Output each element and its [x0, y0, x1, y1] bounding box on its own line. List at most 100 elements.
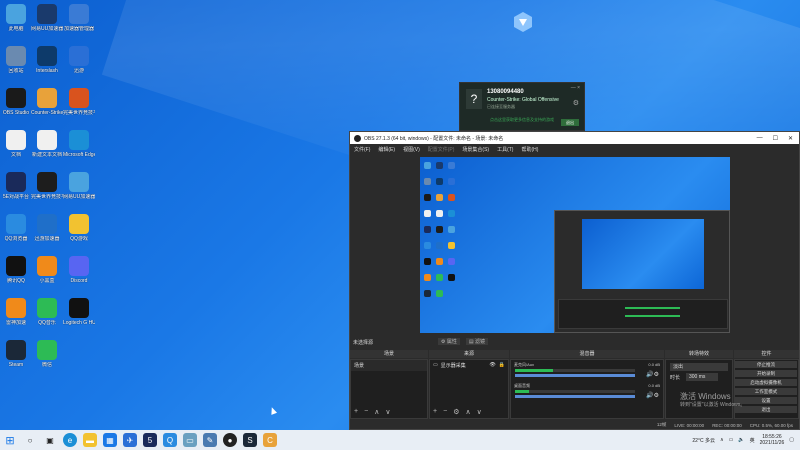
stop-streaming-button-2[interactable]: 停止推流	[735, 361, 797, 368]
network-icon[interactable]: ▭	[729, 437, 734, 443]
speaker-icon[interactable]: 🔊⚙	[646, 392, 659, 399]
desktop-icon-uu[interactable]: 网易UU加速器	[31, 4, 63, 32]
desktop-icon-edge[interactable]: Microsoft Edge	[63, 130, 95, 158]
filters-button[interactable]: ▤ 滤镜	[465, 338, 489, 345]
obs-taskbar-icon[interactable]: ●	[223, 433, 237, 447]
popup-exit-button[interactable]: 退出	[561, 119, 579, 126]
desktop-icon-wechat[interactable]: 微信	[31, 340, 63, 368]
preview-canvas[interactable]	[420, 157, 730, 333]
desktop-icon-interslash[interactable]: Interslash	[31, 46, 63, 74]
menu-tools[interactable]: 工具(T)	[497, 146, 513, 153]
desktop-volume-slider[interactable]	[515, 395, 635, 398]
clock[interactable]: 18:55:26 2021/11/26	[760, 434, 785, 446]
popup-window-controls[interactable]: — ×	[571, 85, 580, 91]
transitions-dock-title: 转场特效	[665, 350, 733, 358]
notification-icon[interactable]: ▢	[789, 437, 794, 443]
scene-item[interactable]: 场景	[351, 360, 427, 371]
5e-taskbar-icon[interactable]: 5	[143, 433, 157, 447]
remove-icon[interactable]: −	[364, 408, 368, 416]
move-up-icon[interactable]: ∧	[465, 408, 470, 416]
gear-icon[interactable]: ⚙	[453, 408, 459, 416]
preview-logitech-icon	[448, 274, 455, 281]
close-icon[interactable]: ✕	[788, 135, 793, 142]
lock-icon[interactable]: 🔒	[499, 362, 505, 369]
csgo-taskbar-icon[interactable]: C	[263, 433, 277, 447]
desktop-icon-manager[interactable]: 加速器管理器	[63, 4, 95, 32]
menu-profile[interactable]: 配置文件(P)	[428, 146, 455, 153]
tray-arrow-icon[interactable]: ∧	[720, 437, 724, 443]
mixer-dock-title: 混音器	[510, 350, 664, 358]
desktop-icon-perfect-world[interactable]: 完美世界竞技平台	[63, 88, 95, 116]
desktop-icon-bird[interactable]: 迅游	[63, 46, 95, 74]
add-icon[interactable]: +	[433, 408, 437, 416]
desktop-volume-meter	[515, 390, 635, 393]
remove-icon[interactable]: −	[443, 408, 447, 416]
menu-help[interactable]: 帮助(H)	[521, 146, 538, 153]
edge-taskbar-icon[interactable]: e	[63, 433, 77, 447]
desktop-icon-steam[interactable]: Steam	[0, 340, 32, 368]
menu-edit[interactable]: 编辑(E)	[378, 146, 395, 153]
qq-browser-taskbar-icon[interactable]: Q	[163, 433, 177, 447]
obs-titlebar[interactable]: OBS 27.1.3 (64 bit, windows) - 配置文件: 未命名…	[350, 132, 799, 144]
desktop-icon-box[interactable]: 小黑盒	[31, 256, 63, 284]
notepad-taskbar-icon[interactable]: ✎	[203, 433, 217, 447]
desktop-icon-qq-browser[interactable]: QQ浏览器	[0, 214, 32, 242]
mixer-mic-label: 麦克风/Aux	[514, 362, 535, 367]
desktop-icon-document[interactable]: 文档	[0, 130, 32, 158]
store-taskbar-icon[interactable]: ▦	[103, 433, 117, 447]
desktop-icon-qq-game[interactable]: QQ游戏	[63, 214, 95, 242]
weather-status[interactable]: 22°C 多云	[692, 437, 715, 444]
desktop-icon-recycle-bin[interactable]: 回收站	[0, 46, 32, 74]
popup-link[interactable]: 点击这里获取更多信息及支持的游戏	[490, 117, 554, 123]
desktop-icon-csgo[interactable]: Counter-Strike: Global Offensive	[31, 88, 63, 116]
desktop-icon-uu-booster[interactable]: 网易UU加速器	[63, 172, 95, 200]
volume-icon[interactable]: 🔈	[738, 437, 744, 443]
explorer-taskbar-icon[interactable]: ▬	[83, 433, 97, 447]
add-icon[interactable]: +	[354, 408, 358, 416]
activation-watermark: 激活 Windows 转到"设置"以激活 Windows。	[680, 392, 745, 410]
properties-button[interactable]: ⚙ 属性	[438, 338, 460, 345]
minimize-icon[interactable]: —	[757, 135, 763, 142]
steam-taskbar-icon[interactable]: S	[243, 433, 257, 447]
start-recording-button[interactable]: 开始录制	[735, 370, 797, 377]
desktop-icon-xunyou[interactable]: 迅游加速器	[31, 214, 63, 242]
nested-docks	[558, 299, 728, 329]
desktop-icon-discord[interactable]: Discord	[63, 256, 95, 284]
desktop-icon-logitech[interactable]: Logitech G HUB	[63, 298, 95, 326]
gear-icon[interactable]: ⚙	[573, 99, 579, 107]
qq-icon	[6, 256, 26, 276]
desktop-icon-text-file[interactable]: 新建文本文档	[31, 130, 63, 158]
desktop-icon-qq-music[interactable]: QQ音乐	[31, 298, 63, 326]
maximize-icon[interactable]: ☐	[773, 135, 778, 142]
qq-browser-icon	[6, 214, 26, 234]
desktop-icon-qq[interactable]: 腾讯QQ	[0, 256, 32, 284]
bird-taskbar-icon[interactable]: ✈	[123, 433, 137, 447]
eye-icon[interactable]: 👁	[489, 362, 495, 369]
move-down-icon[interactable]: ∨	[477, 408, 482, 416]
preview-computer-icon	[424, 162, 431, 169]
move-down-icon[interactable]: ∨	[385, 408, 390, 416]
desktop-icon-pw[interactable]: 完美世界竞技平台	[31, 172, 63, 200]
logitech-icon	[69, 298, 89, 318]
search-icon[interactable]: ○	[23, 433, 37, 447]
preview-thunder-icon	[424, 274, 431, 281]
desktop-icon-obs[interactable]: OBS Studio	[0, 88, 32, 116]
menu-file[interactable]: 文件(F)	[354, 146, 370, 153]
desktop-icon-computer[interactable]: 此电脑	[0, 4, 32, 32]
menu-scene-collection[interactable]: 场景集合(S)	[462, 146, 489, 153]
files-taskbar-icon[interactable]: ▭	[183, 433, 197, 447]
transition-select[interactable]: 淡出	[670, 363, 728, 371]
ime-indicator[interactable]: 英	[750, 437, 755, 444]
desktop-icon-5e[interactable]: 5E对战平台	[0, 172, 32, 200]
speaker-icon[interactable]: 🔊⚙	[646, 371, 659, 378]
mic-volume-slider[interactable]	[515, 374, 635, 377]
start-button-icon[interactable]: ⊞	[3, 433, 17, 447]
duration-input[interactable]: 300 ms	[686, 373, 718, 381]
task-view-icon[interactable]: ▣	[43, 433, 57, 447]
preview-qq-browser-icon	[424, 242, 431, 249]
virtual-camera-button[interactable]: 启动虚拟摄像机	[735, 379, 797, 386]
source-item[interactable]: ▭ 显示器采集 👁 🔒	[430, 360, 508, 371]
move-up-icon[interactable]: ∧	[374, 408, 379, 416]
menu-view[interactable]: 视图(V)	[403, 146, 420, 153]
desktop-icon-thunder[interactable]: 雷神加速	[0, 298, 32, 326]
